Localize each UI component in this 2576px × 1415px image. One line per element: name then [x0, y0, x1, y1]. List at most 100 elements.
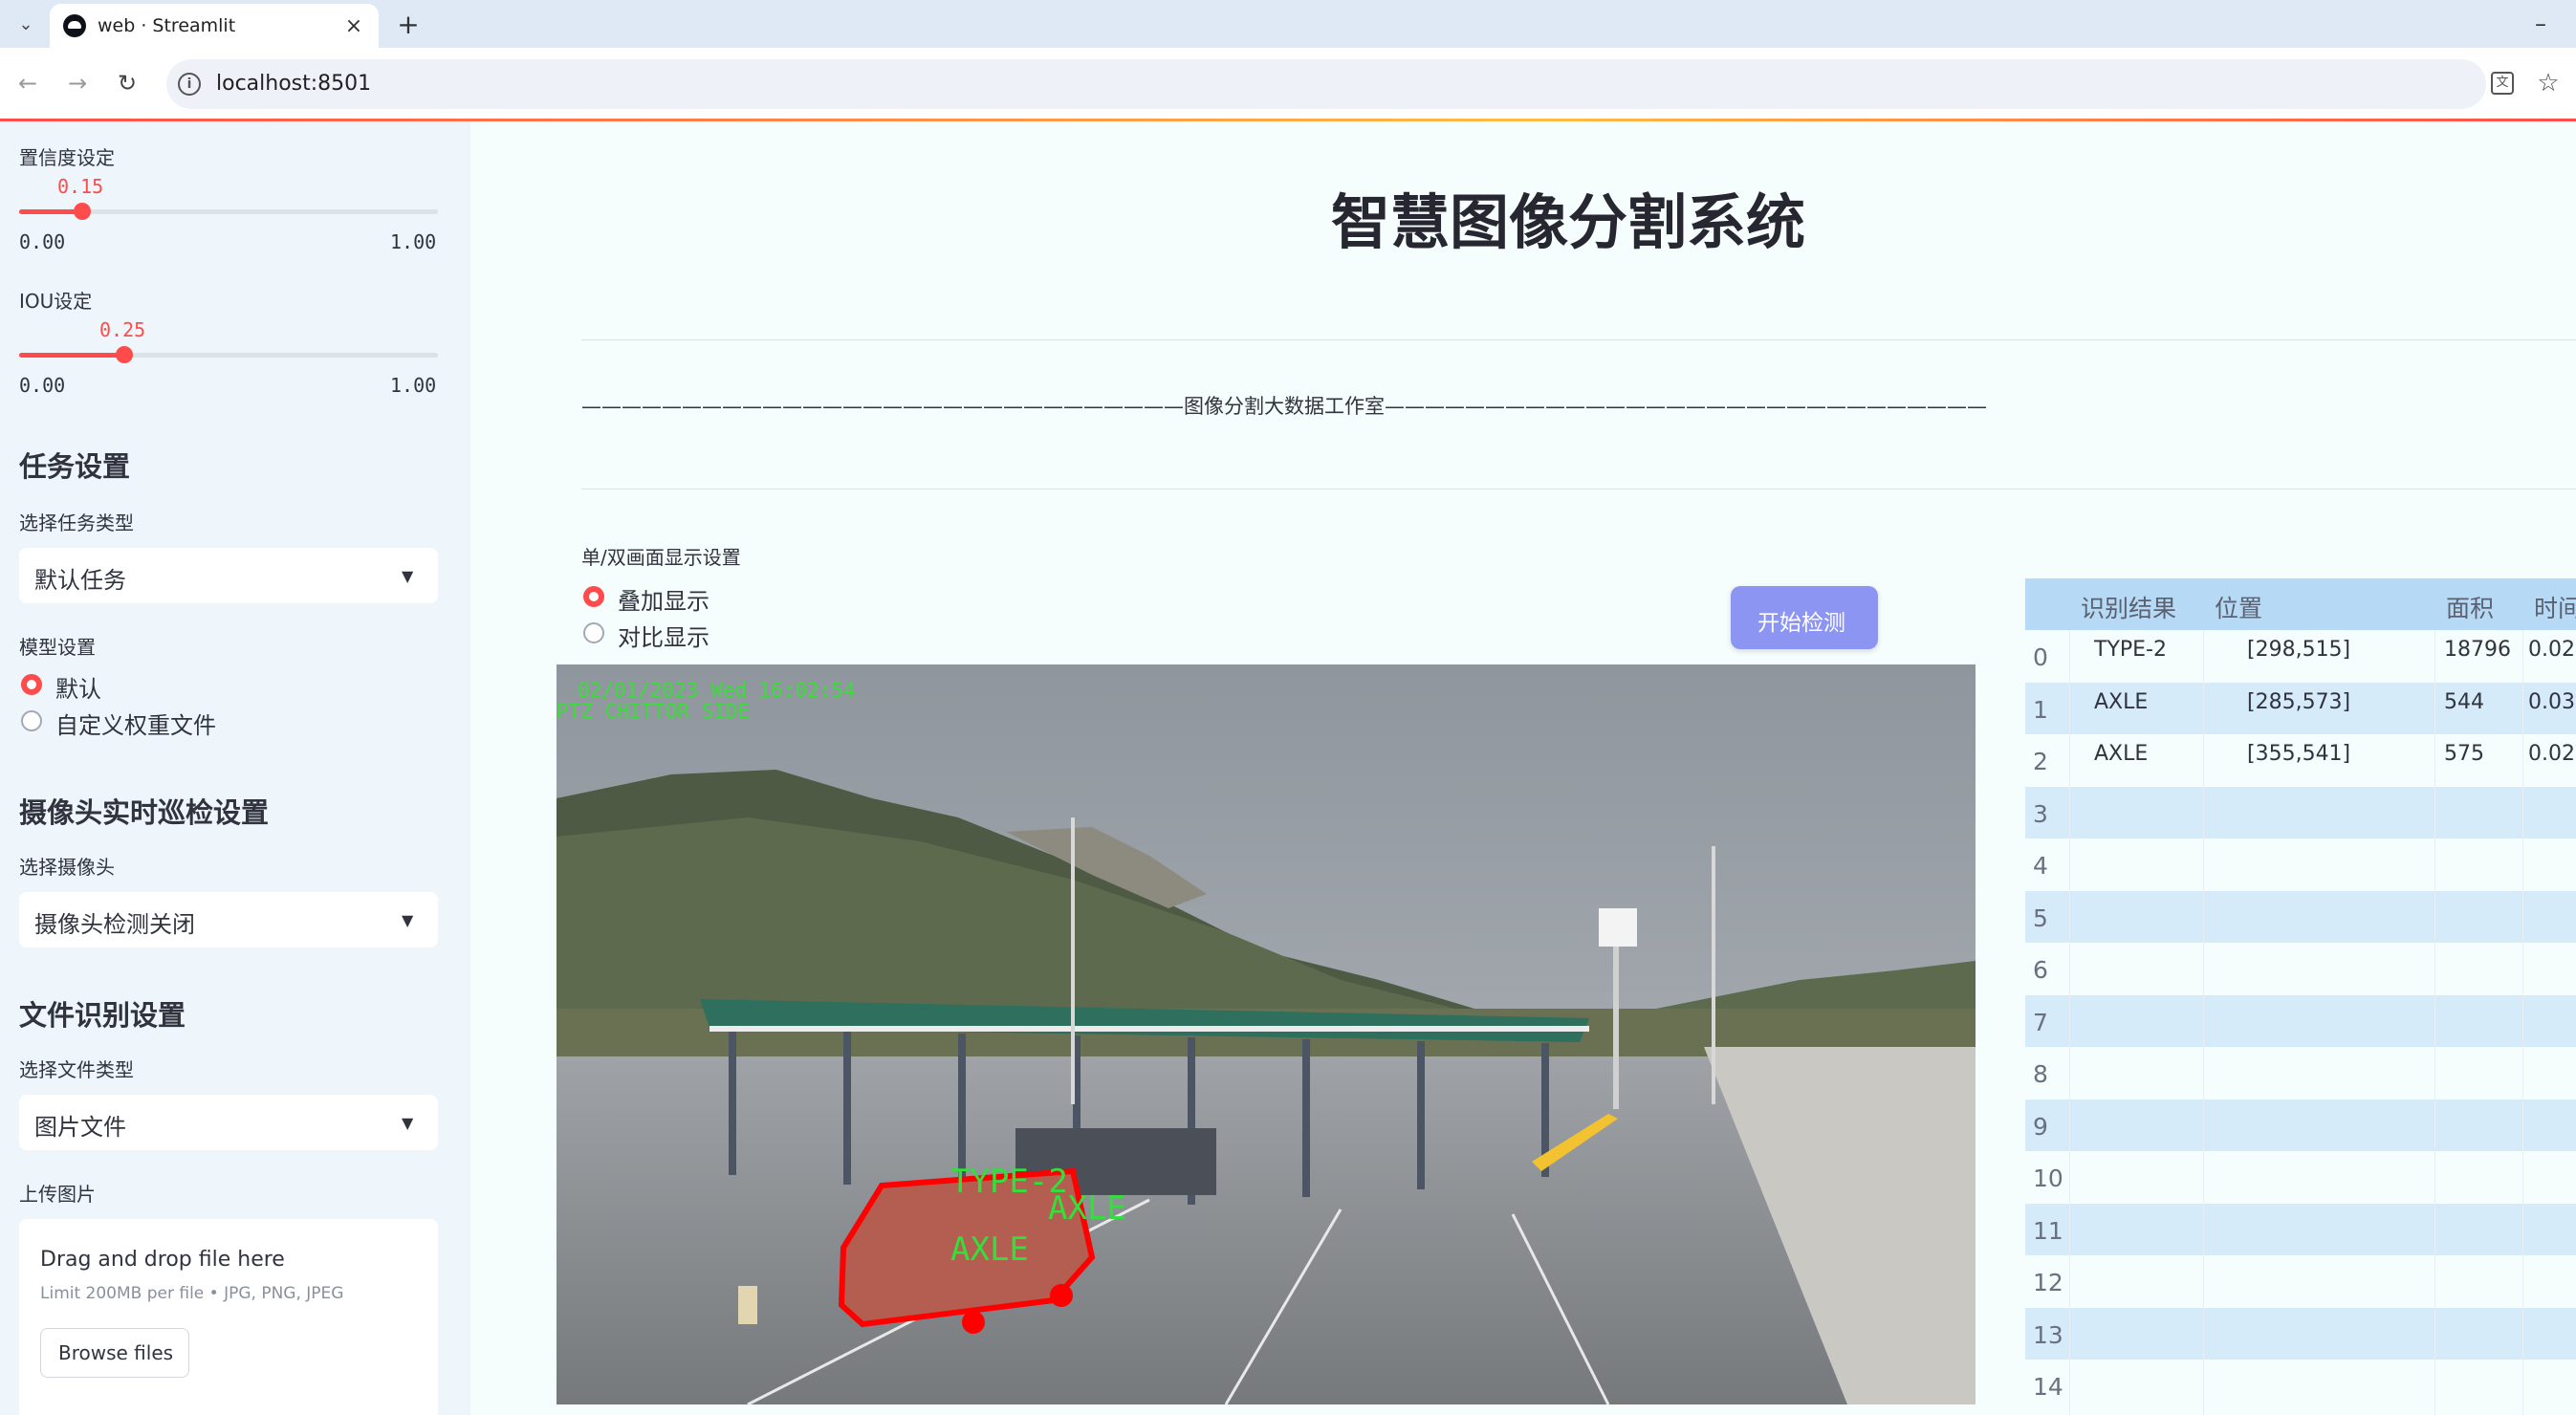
- radio-selected-icon: [583, 586, 604, 607]
- browser-tab[interactable]: web · Streamlit ×: [50, 4, 379, 48]
- back-arrow-icon[interactable]: ←: [11, 67, 44, 99]
- row-index: 6: [2033, 956, 2048, 984]
- confidence-slider-fill: [19, 209, 82, 214]
- column-divider: [2203, 578, 2204, 1415]
- file-type-value: 图片文件: [34, 1114, 126, 1141]
- table-cell: TYPE-2: [2094, 638, 2167, 662]
- row-index: 11: [2033, 1216, 2063, 1245]
- row-index: 5: [2033, 903, 2048, 932]
- new-tab-icon[interactable]: +: [392, 8, 425, 40]
- main-content: 智慧图像分割系统 ——————————————————————————————图…: [470, 121, 2576, 1415]
- iou-slider-track[interactable]: [19, 346, 438, 363]
- task-type-select[interactable]: 默认任务 ▼: [19, 548, 438, 603]
- forward-arrow-icon[interactable]: →: [61, 67, 94, 99]
- site-info-icon[interactable]: i: [178, 73, 201, 96]
- detection-label-axle: AXLE: [950, 1230, 1029, 1269]
- model-settings-label: 模型设置: [19, 636, 96, 659]
- row-index: 13: [2033, 1320, 2063, 1349]
- confidence-slider-track[interactable]: [19, 203, 438, 220]
- bookmark-star-icon[interactable]: ☆: [2532, 67, 2565, 99]
- tab-close-icon[interactable]: ×: [340, 12, 367, 39]
- sidebar: 置信度设定 0.15 0.00 1.00 IOU设定 0.25 0.00 1.0…: [0, 121, 470, 1415]
- table-header-cell[interactable]: 时间: [2534, 590, 2576, 624]
- model-option-label: 默认: [55, 676, 101, 703]
- detection-label-axle: AXLE: [1048, 1189, 1126, 1228]
- dropzone-limit: Limit 200MB per file • JPG, PNG, JPEG: [40, 1284, 344, 1303]
- table-row[interactable]: 12: [2025, 1255, 2576, 1308]
- table-cell: 0.02: [2528, 742, 2575, 766]
- file-type-select[interactable]: 图片文件 ▼: [19, 1095, 438, 1150]
- start-detection-button[interactable]: 开始检测: [1731, 586, 1878, 649]
- divider-line: [581, 339, 2576, 340]
- display-option-label: 对比显示: [618, 624, 709, 651]
- file-dropzone[interactable]: Drag and drop file here Limit 200MB per …: [19, 1219, 438, 1415]
- browser-tab-bar: ⌄ web · Streamlit × + –: [0, 0, 2576, 48]
- table-cell: [298,515]: [2247, 638, 2351, 662]
- task-type-label: 选择任务类型: [19, 512, 134, 534]
- chevron-down-icon: ▼: [402, 1114, 414, 1132]
- confidence-label: 置信度设定: [19, 146, 115, 169]
- camera-settings-heading: 摄像头实时巡检设置: [19, 796, 270, 829]
- display-option-label: 叠加显示: [618, 588, 709, 615]
- table-row[interactable]: 6: [2025, 943, 2576, 995]
- table-row[interactable]: 13: [2025, 1307, 2576, 1360]
- tab-title: web · Streamlit: [98, 15, 236, 36]
- camera-select-label: 选择摄像头: [19, 856, 115, 879]
- iou-slider-thumb[interactable]: [115, 346, 133, 363]
- table-cell: 0.03: [2528, 689, 2575, 714]
- radio-selected-icon: [21, 674, 42, 695]
- file-type-label: 选择文件类型: [19, 1058, 134, 1081]
- row-index: 3: [2033, 799, 2048, 828]
- table-row[interactable]: 9: [2025, 1099, 2576, 1151]
- table-header-cell[interactable]: 面积: [2446, 590, 2494, 624]
- table-row[interactable]: 2 AXLE [355,541] 575 0.02: [2025, 734, 2576, 787]
- task-type-value: 默认任务: [34, 567, 126, 594]
- display-option-overlay[interactable]: 叠加显示: [581, 580, 830, 615]
- results-table[interactable]: 14 13 12 11 10 9 8 7 6 5 4 3 2 AXLE [355,541] 575 0.02 1 A…: [2025, 578, 2576, 1415]
- table-row[interactable]: 3: [2025, 786, 2576, 838]
- table-row[interactable]: 10: [2025, 1151, 2576, 1204]
- table-header-cell[interactable]: 识别结果: [2081, 590, 2176, 624]
- table-row[interactable]: 14: [2025, 1360, 2576, 1412]
- file-settings-heading: 文件识别设置: [19, 999, 186, 1032]
- start-detection-label: 开始检测: [1757, 611, 1845, 636]
- table-row[interactable]: 0 TYPE-2 [298,515] 18796 0.02: [2025, 630, 2576, 683]
- confidence-slider-thumb[interactable]: [73, 203, 91, 220]
- table-row[interactable]: 7: [2025, 994, 2576, 1047]
- translate-icon[interactable]: 文: [2486, 67, 2519, 99]
- studio-divider-text: ——————————————————————————————图像分割大数据工作室…: [581, 395, 1987, 418]
- camera-timestamp: 02/01/2023 Wed 16:02:54: [578, 679, 856, 702]
- streamlit-favicon-icon: [63, 14, 86, 37]
- camera-location-label: PTZ CHITTOR SIDE: [557, 700, 750, 723]
- row-index: 9: [2033, 1112, 2048, 1141]
- column-divider: [2522, 578, 2523, 1415]
- table-row[interactable]: 1 AXLE [285,573] 544 0.03: [2025, 682, 2576, 734]
- model-option-custom-weights[interactable]: 自定义权重文件: [19, 705, 306, 739]
- table-row[interactable]: 11: [2025, 1203, 2576, 1255]
- table-cell: 544: [2444, 689, 2484, 714]
- camera-select-value: 摄像头检测关闭: [34, 911, 195, 938]
- browse-files-button[interactable]: Browse files: [40, 1328, 189, 1378]
- table-cell: AXLE: [2094, 689, 2149, 714]
- model-option-default[interactable]: 默认: [19, 668, 306, 703]
- dropzone-title: Drag and drop file here: [40, 1248, 285, 1272]
- model-option-label: 自定义权重文件: [55, 712, 216, 739]
- url-text: localhost:8501: [216, 72, 372, 96]
- table-row[interactable]: 8: [2025, 1047, 2576, 1099]
- task-settings-heading: 任务设置: [19, 450, 131, 483]
- window-minimize-icon[interactable]: –: [2524, 8, 2557, 40]
- row-index: 12: [2033, 1269, 2063, 1296]
- camera-select[interactable]: 摄像头检测关闭 ▼: [19, 892, 438, 947]
- tab-list-chevron-icon[interactable]: ⌄: [11, 10, 40, 38]
- table-row[interactable]: 5: [2025, 890, 2576, 943]
- table-row[interactable]: 4: [2025, 838, 2576, 891]
- confidence-value: 0.15: [57, 175, 104, 198]
- reload-icon[interactable]: ↻: [111, 67, 143, 99]
- column-divider: [2069, 578, 2070, 1415]
- table-header-cell[interactable]: 位置: [2215, 590, 2262, 624]
- row-index: 4: [2033, 852, 2048, 880]
- table-cell: AXLE: [2094, 742, 2149, 766]
- detection-image: TYPE-2 AXLE AXLE 02/01/2023 Wed 16:02:54…: [557, 664, 1976, 1404]
- url-bar[interactable]: i localhost:8501: [166, 59, 2486, 109]
- display-option-compare[interactable]: 对比显示: [581, 617, 830, 651]
